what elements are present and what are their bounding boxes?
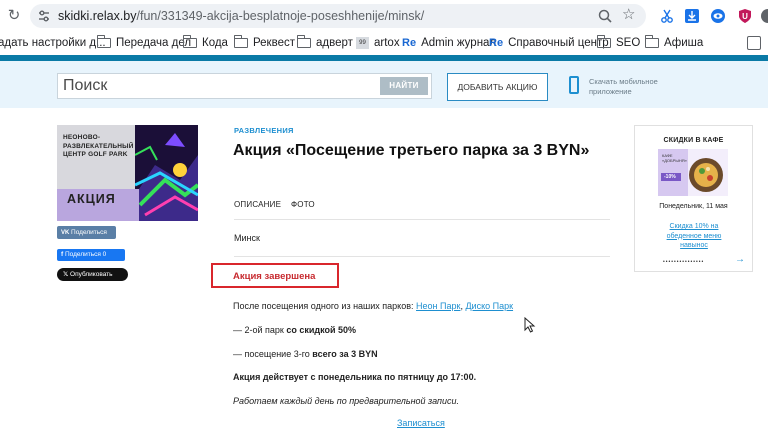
schedule-text: Акция действует с понедельника по пятниц… bbox=[233, 372, 477, 382]
neon-park-link[interactable]: Неон Парк bbox=[416, 301, 460, 311]
bookmark-star-icon[interactable]: ☆ bbox=[622, 7, 635, 23]
status-ended: Акция завершена bbox=[233, 271, 316, 282]
tab-description[interactable]: ОПИСАНИЕ bbox=[234, 200, 281, 209]
share-x-button[interactable]: 𝕏 Опубликовать bbox=[57, 268, 128, 281]
url-host: skidki.relax.by bbox=[58, 9, 137, 23]
widget-offer-link[interactable]: Скидка 10% на обеденное меню навынос bbox=[659, 222, 729, 251]
vk-icon: VK bbox=[61, 230, 72, 236]
bookmark-label: Реквест bbox=[253, 37, 295, 49]
discount-line: — 2-ой парк со скидкой 50% bbox=[233, 325, 356, 335]
bookmark-label: Кода bbox=[202, 37, 228, 49]
bookmark-item[interactable]: адверт bbox=[296, 35, 353, 49]
artox-icon: 99 bbox=[356, 37, 369, 49]
folder-icon bbox=[596, 35, 611, 48]
mobile-phone-icon[interactable] bbox=[569, 76, 579, 94]
bookmark-label: artox bbox=[374, 37, 400, 49]
x-logo-icon: 𝕏 bbox=[63, 271, 71, 278]
folder-icon bbox=[96, 35, 111, 48]
widget-title: СКИДКИ В КАФЕ bbox=[663, 137, 724, 144]
extension-shield-icon[interactable]: U bbox=[737, 8, 753, 24]
reload-icon[interactable]: ↻ bbox=[4, 6, 24, 26]
share-x-label: Опубликовать bbox=[70, 271, 113, 278]
search-button[interactable]: НАЙТИ bbox=[380, 77, 428, 95]
mouse-cursor-icon bbox=[524, 317, 536, 333]
price-line: — посещение 3-го всего за 3 BYN bbox=[233, 349, 378, 359]
svg-text:U: U bbox=[742, 12, 748, 21]
cafe-image-label: КАФЕ «ДОБРЫНЯ» bbox=[662, 153, 687, 163]
add-promo-button[interactable]: ДОБАВИТЬ АКЦИЮ bbox=[447, 73, 548, 101]
share-vk-button[interactable]: VK Поделиться bbox=[57, 226, 116, 239]
intro-paragraph: После посещения одного из наших парков: … bbox=[233, 301, 514, 311]
carousel-dots[interactable]: ••••••••••••••• bbox=[663, 259, 704, 265]
intro-text: После посещения одного из наших парков: bbox=[233, 301, 414, 311]
price-line-bold: всего за 3 BYN bbox=[312, 349, 378, 359]
category-link[interactable]: РАЗВЛЕЧЕНИЯ bbox=[234, 126, 294, 135]
city-label: Минск bbox=[234, 233, 260, 243]
site-header: НАЙТИ ДОБАВИТЬ АКЦИЮ Скачать мобильное п… bbox=[0, 61, 768, 108]
page-title: Акция «Посещение третьего парка за 3 BYN… bbox=[233, 142, 590, 159]
folder-icon bbox=[182, 35, 197, 48]
bookmark-item[interactable]: Реквест bbox=[233, 35, 295, 49]
url-path: /fun/331349-akcija-besplatnoje-poseshhen… bbox=[136, 9, 425, 23]
bookmark-item[interactable]: Re Справочный центр bbox=[489, 37, 609, 49]
site-settings-icon[interactable] bbox=[36, 8, 52, 24]
folder-icon bbox=[296, 35, 311, 48]
folder-icon bbox=[644, 35, 659, 48]
bookmark-label: Афиша bbox=[664, 37, 704, 49]
folder-icon bbox=[233, 35, 248, 48]
extension-menu-icon[interactable] bbox=[760, 8, 768, 24]
bookmark-item[interactable]: SEO bbox=[596, 35, 641, 49]
zoom-icon[interactable] bbox=[597, 8, 613, 24]
bookmark-item[interactable]: Re Admin журнал bbox=[402, 37, 496, 49]
extension-download-icon[interactable] bbox=[684, 8, 700, 24]
bookmark-item[interactable]: Передача дел bbox=[96, 35, 192, 49]
share-fb-label: Поделиться 0 bbox=[64, 251, 107, 258]
subscribe-link[interactable]: Записаться bbox=[397, 418, 445, 428]
share-facebook-button[interactable]: f Поделиться 0 bbox=[57, 249, 125, 261]
bookmark-item[interactable]: адать настройки д... bbox=[0, 37, 106, 49]
bookmark-label: адверт bbox=[316, 37, 353, 49]
next-arrow-icon[interactable]: → bbox=[735, 254, 745, 265]
promo-badge-text: АКЦИЯ bbox=[67, 192, 116, 206]
tab-photo[interactable]: ФОТО bbox=[291, 200, 315, 209]
cafe-promo-image[interactable]: КАФЕ «ДОБРЫНЯ» -10% bbox=[658, 149, 728, 196]
discount-line-bold: со скидкой 50% bbox=[286, 325, 357, 335]
bookmark-item[interactable]: Кода bbox=[182, 35, 228, 49]
re-icon: Re bbox=[402, 37, 417, 49]
divider bbox=[234, 256, 610, 257]
bookmark-label: Справочный центр bbox=[508, 37, 609, 49]
bookmark-item[interactable]: 99 artox bbox=[356, 37, 400, 49]
search-input[interactable] bbox=[58, 74, 378, 98]
discount-line-text: — 2-ой парк bbox=[233, 325, 287, 335]
note-text: Работаем каждый день по предварительной … bbox=[233, 396, 460, 406]
bookmark-label: Передача дел bbox=[116, 37, 192, 49]
widget-date: Понедельник, 11 мая bbox=[659, 203, 728, 210]
search-box: НАЙТИ bbox=[57, 73, 432, 99]
cafe-discounts-widget: СКИДКИ В КАФЕ КАФЕ «ДОБРЫНЯ» -10% Понеде… bbox=[634, 125, 753, 272]
address-bar[interactable]: skidki.relax.by/fun/331349-akcija-bespla… bbox=[30, 4, 646, 28]
download-app-link[interactable]: Скачать мобильное приложение bbox=[589, 77, 669, 97]
url-text[interactable]: skidki.relax.by/fun/331349-akcija-bespla… bbox=[58, 9, 424, 23]
disco-park-link[interactable]: Диско Парк bbox=[465, 301, 513, 311]
browser-toolbar: ↻ skidki.relax.by/fun/331349-akcija-besp… bbox=[0, 0, 768, 33]
price-line-text: — посещение 3-го bbox=[233, 349, 313, 359]
extension-eye-icon[interactable] bbox=[710, 8, 726, 24]
promo-image: НЕОНОВО-РАЗВЛЕКАТЕЛЬНЫЙ ЦЕНТР GOLF PARK … bbox=[57, 125, 198, 221]
bookmark-label: SEO bbox=[616, 37, 641, 49]
bookmark-label: Admin журнал bbox=[421, 37, 497, 49]
bookmarks-bar: адать настройки д... Передача дел Кода Р… bbox=[0, 33, 768, 55]
bookmark-label: адать настройки д... bbox=[0, 37, 106, 49]
promo-image-title: НЕОНОВО-РАЗВЛЕКАТЕЛЬНЫЙ ЦЕНТР GOLF PARK bbox=[63, 134, 134, 158]
divider bbox=[234, 219, 610, 220]
cafe-image-badge: -10% bbox=[664, 174, 676, 180]
extension-scissors-icon[interactable] bbox=[659, 8, 675, 24]
bookmark-item[interactable]: Афиша bbox=[644, 35, 704, 49]
share-vk-label: Поделиться bbox=[71, 229, 107, 236]
all-bookmarks-icon[interactable] bbox=[747, 36, 761, 50]
re-icon: Re bbox=[489, 37, 504, 49]
